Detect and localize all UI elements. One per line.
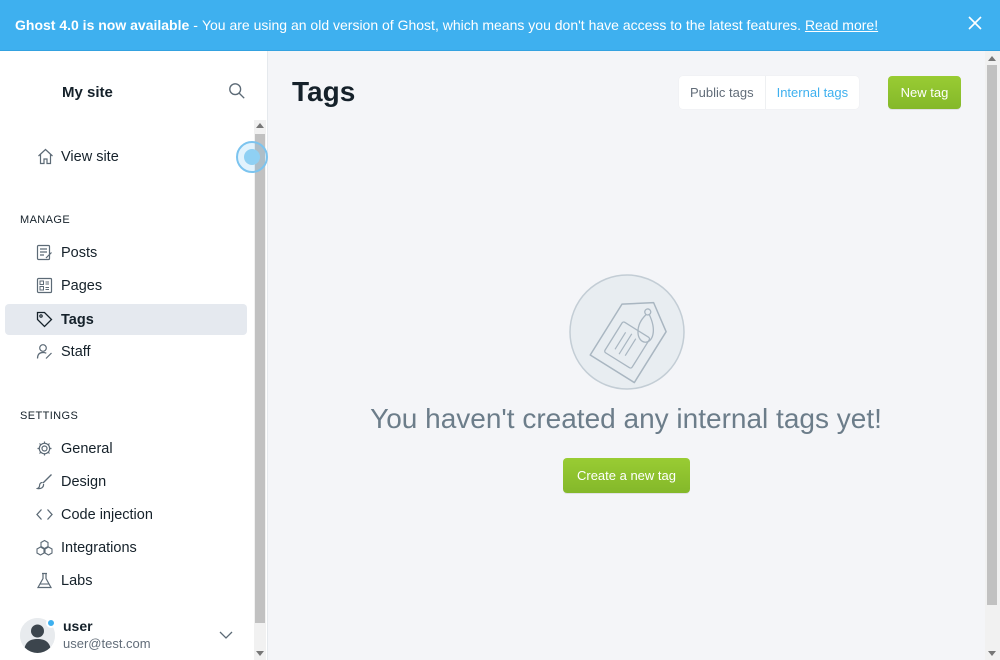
new-tag-button[interactable]: New tag	[888, 76, 961, 109]
pages-icon	[36, 277, 53, 294]
sidebar-item-tags[interactable]: Tags	[5, 304, 247, 335]
sidebar-item-labs[interactable]: Labs	[5, 565, 247, 596]
brush-icon	[36, 473, 53, 490]
home-icon	[37, 148, 54, 165]
code-icon	[36, 506, 53, 523]
create-new-tag-button[interactable]: Create a new tag	[563, 458, 690, 493]
sidebar-item-label: Pages	[61, 277, 103, 294]
integrations-icon	[36, 539, 53, 556]
page-title: Tags	[292, 76, 356, 107]
user-menu[interactable]: user user@test.com	[20, 618, 250, 654]
banner-message: You are using an old version of Ghost, w…	[201, 17, 802, 33]
sidebar-item-label: Design	[61, 473, 107, 490]
flask-icon	[36, 572, 53, 589]
tag-icon	[36, 311, 53, 328]
sidebar-item-code-injection[interactable]: Code injection	[5, 499, 247, 530]
sidebar-item-label: General	[61, 440, 113, 457]
tab-public-tags[interactable]: Public tags	[679, 76, 765, 109]
banner-separator: -	[193, 17, 198, 33]
sidebar: My site View site MANAGE Posts Pages Tag…	[0, 51, 268, 660]
settings-section-label: SETTINGS	[20, 410, 79, 422]
chevron-down-icon[interactable]	[219, 630, 233, 640]
scrollbar-thumb[interactable]	[987, 65, 997, 605]
online-status-dot	[46, 618, 56, 628]
view-site-pulse-indicator	[236, 141, 268, 173]
search-icon[interactable]	[228, 82, 248, 102]
sidebar-item-label: View site	[61, 148, 119, 165]
tab-internal-tags[interactable]: Internal tags	[764, 76, 860, 109]
sidebar-item-label: Code injection	[61, 506, 153, 523]
sidebar-item-integrations[interactable]: Integrations	[5, 532, 247, 563]
manage-section-label: MANAGE	[20, 214, 71, 226]
posts-icon	[36, 244, 53, 261]
close-icon[interactable]	[968, 16, 982, 30]
sidebar-item-label: Posts	[61, 244, 98, 261]
sidebar-item-general[interactable]: General	[5, 433, 247, 464]
scroll-up-arrow[interactable]	[256, 123, 264, 128]
sidebar-item-pages[interactable]: Pages	[5, 270, 247, 301]
gear-icon	[36, 440, 53, 457]
tag-illustration-icon	[568, 273, 686, 391]
tag-type-tabs: Public tags Internal tags	[679, 76, 860, 109]
scroll-up-arrow[interactable]	[988, 56, 996, 61]
staff-icon	[36, 343, 53, 360]
empty-state-message: You haven't created any internal tags ye…	[370, 403, 882, 434]
user-name: user	[63, 618, 93, 634]
sidebar-item-label: Tags	[61, 311, 94, 328]
user-email: user@test.com	[63, 636, 151, 651]
scrollbar-thumb[interactable]	[255, 134, 265, 623]
sidebar-item-label: Labs	[61, 572, 93, 589]
banner-title: Ghost 4.0 is now available	[15, 17, 190, 33]
scroll-down-arrow[interactable]	[988, 651, 996, 656]
main-content: Tags Public tags Internal tags New tag Y…	[268, 51, 1000, 660]
update-banner: Ghost 4.0 is now available - You are usi…	[0, 0, 1000, 51]
sidebar-item-view-site[interactable]: View site	[5, 141, 247, 172]
sidebar-item-label: Staff	[61, 343, 91, 360]
sidebar-item-design[interactable]: Design	[5, 466, 247, 497]
sidebar-scrollbar[interactable]	[254, 120, 266, 660]
sidebar-item-posts[interactable]: Posts	[5, 237, 247, 268]
sidebar-item-label: Integrations	[61, 539, 137, 556]
banner-read-more-link[interactable]: Read more!	[805, 17, 878, 33]
site-title[interactable]: My site	[62, 84, 113, 101]
sidebar-item-staff[interactable]: Staff	[5, 336, 247, 367]
scroll-down-arrow[interactable]	[256, 651, 264, 656]
main-scrollbar[interactable]	[985, 51, 1000, 660]
